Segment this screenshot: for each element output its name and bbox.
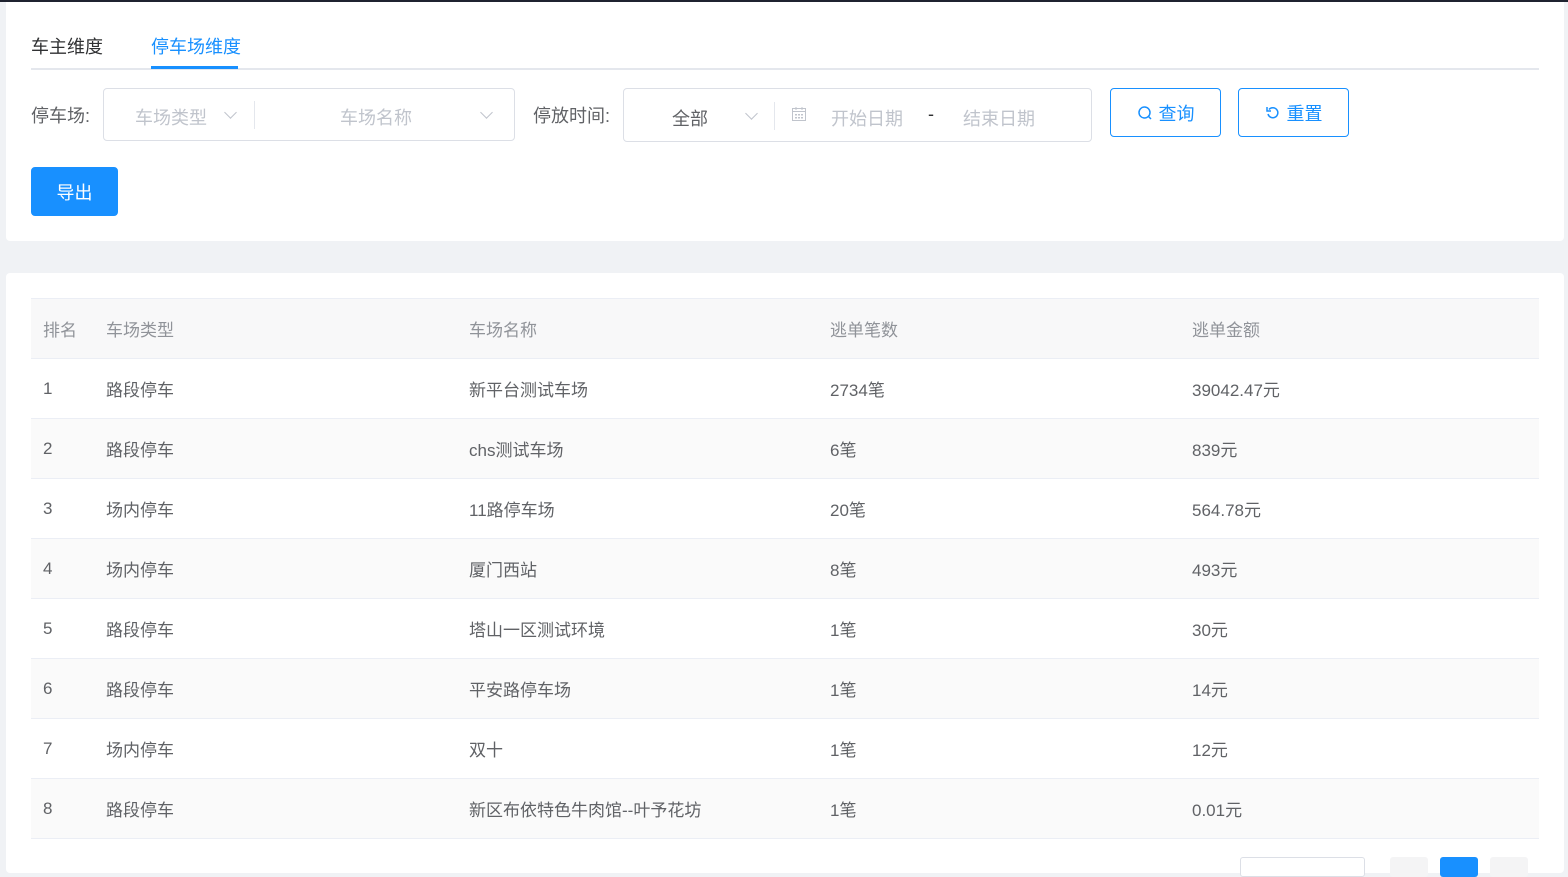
cell-lot-type: 路段停车	[94, 358, 457, 419]
cell-lot-type: 路段停车	[94, 598, 457, 659]
evasion-ranking-table: 排名 车场类型 车场名称 逃单笔数 逃单金额 1 路段停车 新平台测试车场 2734笔 3904…	[31, 298, 1539, 839]
time-label: 停放时间:	[533, 106, 611, 126]
cell-lot-type: 路段停车	[94, 418, 457, 479]
table-row: 1 路段停车 新平台测试车场 2734笔 39042.47元	[31, 358, 1539, 419]
filter-card: 车主维度 停车场维度 停车场: 车场类型 车场名称 停放时间: 全部 开始日期 …	[6, 2, 1564, 241]
cell-lot-name: chs测试车场	[457, 418, 818, 479]
cell-rank: 2	[31, 418, 94, 479]
cell-evasion-amount: 839元	[1180, 418, 1539, 479]
cell-lot-type: 场内停车	[94, 538, 457, 599]
cell-lot-type: 场内停车	[94, 718, 457, 779]
cell-lot-type: 场内停车	[94, 478, 457, 539]
cell-rank: 8	[31, 778, 94, 839]
search-icon	[1137, 105, 1152, 120]
column-header-lot-type: 车场类型	[94, 298, 457, 359]
results-card: 排名 车场类型 车场名称 逃单笔数 逃单金额 1 路段停车 新平台测试车场 2734笔 3904…	[6, 273, 1564, 873]
export-label: 导出	[56, 182, 93, 203]
table-row: 8 路段停车 新区布依特色牛肉馆--叶予花坊 1笔 0.01元	[31, 778, 1539, 839]
reset-label: 重置	[1286, 103, 1323, 124]
time-filter: 全部 开始日期 - 结束日期	[623, 88, 1092, 142]
cell-lot-name: 塔山一区测试环境	[457, 598, 818, 659]
cell-evasion-amount: 30元	[1180, 598, 1539, 659]
cell-evasion-count: 1笔	[818, 598, 1180, 659]
cell-evasion-amount: 0.01元	[1180, 778, 1539, 839]
export-button[interactable]: 导出	[31, 167, 118, 216]
cell-lot-name: 11路停车场	[457, 478, 818, 539]
cell-rank: 4	[31, 538, 94, 599]
cell-lot-name: 厦门西站	[457, 538, 818, 599]
end-date-placeholder: 结束日期	[963, 109, 1035, 129]
start-date-placeholder: 开始日期	[831, 109, 903, 129]
cell-rank: 1	[31, 358, 94, 419]
table-header-row: 排名 车场类型 车场名称 逃单笔数 逃单金额	[31, 298, 1539, 359]
date-range-picker[interactable]: 开始日期 - 结束日期	[775, 89, 1091, 141]
time-range-value: 全部	[672, 109, 708, 129]
cell-evasion-count: 20笔	[818, 478, 1180, 539]
cell-evasion-count: 2734笔	[818, 358, 1180, 419]
cell-rank: 6	[31, 658, 94, 719]
current-page-button[interactable]	[1440, 857, 1478, 877]
table-row: 6 路段停车 平安路停车场 1笔 14元	[31, 658, 1539, 719]
page-size-select[interactable]	[1240, 857, 1365, 877]
lot-name-placeholder: 车场名称	[340, 108, 412, 128]
query-button[interactable]: 查询	[1110, 88, 1221, 137]
chevron-down-icon	[224, 106, 237, 119]
chevron-down-icon	[745, 107, 758, 120]
cell-lot-name: 平安路停车场	[457, 658, 818, 719]
lot-name-select[interactable]: 车场名称	[255, 89, 515, 140]
cell-evasion-count: 1笔	[818, 658, 1180, 719]
cell-evasion-count: 1笔	[818, 718, 1180, 779]
column-header-rank: 排名	[31, 298, 94, 359]
parking-label: 停车场:	[31, 106, 91, 126]
prev-page-button[interactable]	[1390, 857, 1428, 877]
cell-lot-type: 路段停车	[94, 658, 457, 719]
active-tab-indicator	[151, 66, 238, 69]
cell-evasion-count: 8笔	[818, 538, 1180, 599]
table-row: 2 路段停车 chs测试车场 6笔 839元	[31, 418, 1539, 479]
refresh-icon	[1265, 106, 1279, 118]
tab-owner-dimension[interactable]: 车主维度	[31, 33, 103, 59]
chevron-down-icon	[480, 106, 493, 119]
lot-type-placeholder: 车场类型	[135, 108, 207, 128]
time-range-select[interactable]: 全部	[624, 89, 774, 141]
cell-evasion-amount: 39042.47元	[1180, 358, 1539, 419]
cell-evasion-amount: 14元	[1180, 658, 1539, 719]
tab-bar: 车主维度 停车场维度	[31, 2, 1539, 70]
cell-lot-name: 双十	[457, 718, 818, 779]
table-row: 5 路段停车 塔山一区测试环境 1笔 30元	[31, 598, 1539, 659]
reset-button[interactable]: 重置	[1238, 88, 1349, 137]
cell-evasion-amount: 12元	[1180, 718, 1539, 779]
cell-rank: 3	[31, 478, 94, 539]
cell-evasion-count: 6笔	[818, 418, 1180, 479]
column-header-evasion-amount: 逃单金额	[1180, 298, 1539, 359]
column-header-evasion-count: 逃单笔数	[818, 298, 1180, 359]
table-row: 3 场内停车 11路停车场 20笔 564.78元	[31, 478, 1539, 539]
cell-rank: 5	[31, 598, 94, 659]
cell-lot-name: 新区布依特色牛肉馆--叶予花坊	[457, 778, 818, 839]
next-page-button[interactable]	[1490, 857, 1528, 877]
table-row: 4 场内停车 厦门西站 8笔 493元	[31, 538, 1539, 599]
tab-parking-dimension[interactable]: 停车场维度	[151, 33, 241, 59]
lot-type-select[interactable]: 车场类型	[104, 89, 254, 140]
column-header-lot-name: 车场名称	[457, 298, 818, 359]
date-separator: -	[928, 104, 934, 124]
table-row: 7 场内停车 双十 1笔 12元	[31, 718, 1539, 779]
query-label: 查询	[1158, 103, 1195, 124]
cell-evasion-amount: 564.78元	[1180, 478, 1539, 539]
calendar-icon	[792, 107, 806, 121]
cell-lot-name: 新平台测试车场	[457, 358, 818, 419]
parking-lot-cascader: 车场类型 车场名称	[103, 88, 515, 141]
cell-evasion-count: 1笔	[818, 778, 1180, 839]
cell-lot-type: 路段停车	[94, 778, 457, 839]
cell-rank: 7	[31, 718, 94, 779]
cell-evasion-amount: 493元	[1180, 538, 1539, 599]
